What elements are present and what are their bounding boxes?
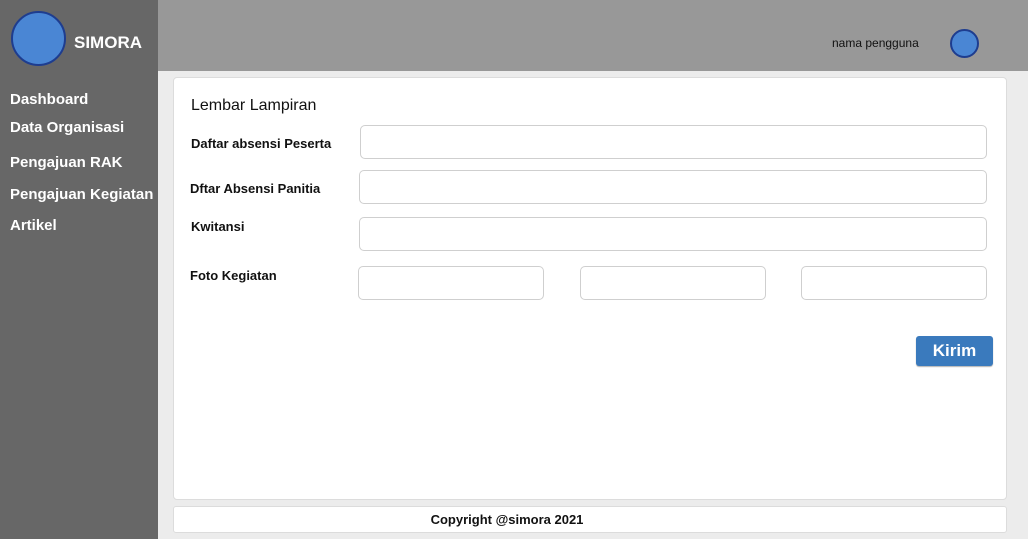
kirim-button[interactable]: Kirim [916,336,993,366]
app-name: SIMORA [74,33,142,52]
label-kwitansi: Kwitansi [191,219,245,234]
label-foto-kegiatan: Foto Kegiatan [190,268,277,283]
daftar-absensi-peserta-input[interactable] [360,125,987,159]
logo [11,11,66,66]
dftar-absensi-panitia-input[interactable] [359,170,987,204]
sidebar-item-data-organisasi[interactable]: Data Organisasi [10,119,124,136]
foto-kegiatan-input-2[interactable] [580,266,766,300]
sidebar-item-pengajuan-kegiatan[interactable]: Pengajuan Kegiatan [10,186,153,203]
footer: Copyright @simora 2021 [173,506,1007,533]
form-title: Lembar Lampiran [191,97,317,114]
foto-kegiatan-input-1[interactable] [358,266,544,300]
sidebar-item-artikel[interactable]: Artikel [10,217,57,234]
copyright-text: Copyright @simora 2021 [430,512,584,527]
user-name[interactable]: nama pengguna [832,36,919,50]
kwitansi-input[interactable] [359,217,987,251]
sidebar-item-pengajuan-rak[interactable]: Pengajuan RAK [10,154,123,171]
sidebar: SIMORA Dashboard Data Organisasi Pengaju… [0,0,158,539]
sidebar-item-dashboard[interactable]: Dashboard [10,91,88,108]
user-avatar[interactable] [950,29,979,58]
label-dftar-absensi-panitia: Dftar Absensi Panitia [190,181,321,196]
label-daftar-absensi-peserta: Daftar absensi Peserta [191,136,332,151]
foto-kegiatan-input-3[interactable] [801,266,987,300]
